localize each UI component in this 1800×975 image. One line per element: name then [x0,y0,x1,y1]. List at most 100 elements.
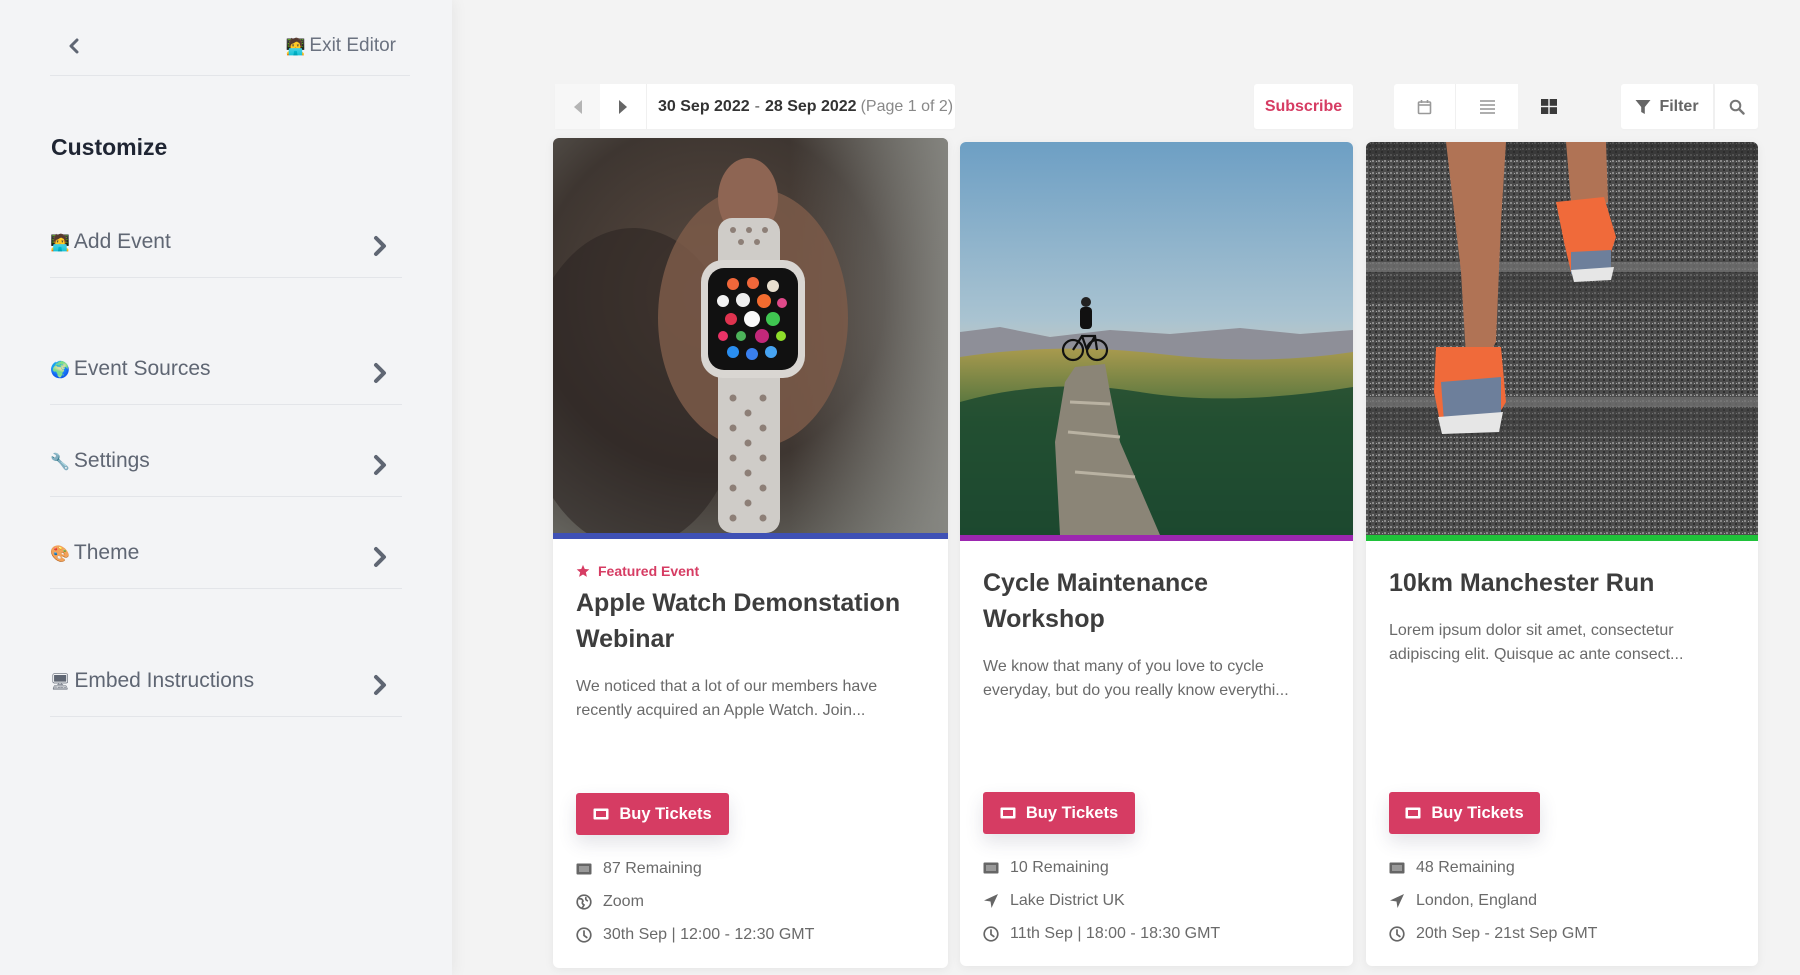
runner-stairs-photo [1366,142,1758,535]
chevron-right-icon [374,675,386,695]
chevron-left-icon [69,38,79,54]
event-datetime: 11th Sep | 18:00 - 18:30 GMT [983,917,1220,950]
event-description: We noticed that a lot of our members hav… [576,678,878,719]
location-arrow-icon [984,893,998,908]
event-location: Zoom [576,885,814,918]
filter-icon [1635,99,1651,114]
caret-right-icon [619,99,627,114]
filter-button[interactable]: Filter [1621,84,1714,129]
sidebar-item-label: Settings [73,449,150,472]
buy-tickets-button[interactable]: Buy Tickets [983,792,1135,834]
sidebar-item-add-event[interactable]: 🧑‍💻 Add Event [50,230,402,278]
subscribe-button[interactable]: Subscribe [1254,84,1353,129]
event-image-cycling [960,142,1353,535]
page-info: (Page 1 of 2) [860,97,954,115]
date-range-label: 30 Sep 2022 - 28 Sep 2022 (Page 1 of 2) [647,84,953,129]
date-to: 28 Sep 2022 [764,97,857,115]
featured-badge: Featured Event [576,563,925,579]
location-arrow-icon [1390,893,1404,908]
calendar-icon [1417,99,1432,114]
date-from: 30 Sep 2022 [658,97,750,115]
event-location: Lake District UK [983,884,1220,917]
event-image-apple-watch [553,138,948,533]
event-datetime: 20th Sep - 21st Sep GMT [1389,917,1597,950]
ticket-icon [1000,807,1016,819]
apple-watch-photo [553,138,948,533]
back-button[interactable] [62,34,86,58]
event-card[interactable]: Featured Event Apple Watch Demonstation … [553,138,948,968]
date-separator: - [754,97,760,115]
date-pager: 30 Sep 2022 - 28 Sep 2022 (Page 1 of 2) [555,84,955,129]
technologist-emoji-icon: 🧑‍💻 [50,232,70,252]
buy-tickets-label: Buy Tickets [1025,803,1119,822]
ticket-icon [983,862,999,873]
category-color-bar [960,535,1353,541]
buy-tickets-button[interactable]: Buy Tickets [1389,792,1540,834]
tickets-remaining: 87 Remaining [576,852,814,885]
ticket-icon [1389,862,1405,873]
event-title[interactable]: 10km Manchester Run [1389,565,1735,601]
globe-emoji-icon: 🌍 [50,359,70,379]
wrench-emoji-icon: 🔧 [50,451,70,471]
event-meta: 87 Remaining Zoom 30th Sep | 12:00 - 12:… [576,852,814,951]
technologist-emoji-icon: 🧑‍💻 [285,36,306,56]
tickets-remaining: 48 Remaining [1389,851,1597,884]
event-card-body: Cycle Maintenance Workshop We know that … [983,565,1330,703]
event-card-body: 10km Manchester Run Lorem ipsum dolor si… [1389,565,1735,667]
sidebar-header: 🧑‍💻 Exit Editor [50,28,410,76]
tickets-remaining: 10 Remaining [983,851,1220,884]
customize-sidebar: 🧑‍💻 Exit Editor Customize 🧑‍💻 Add Event 🌍… [0,0,452,975]
event-description: Lorem ipsum dolor sit amet, consectetur … [1389,622,1684,663]
chevron-right-icon [374,455,386,475]
cyclist-mountain-photo [960,142,1353,535]
desktop-emoji-icon: 🖥 [50,671,71,691]
category-color-bar [553,533,948,539]
event-image-running [1366,142,1758,535]
sidebar-item-embed-instructions[interactable]: 🖥 Embed Instructions [50,669,402,717]
ticket-icon [1405,807,1421,819]
chevron-right-icon [374,363,386,383]
ticket-icon [576,863,592,874]
filter-label: Filter [1659,97,1699,115]
search-button[interactable] [1715,84,1758,129]
list-icon [1479,99,1495,114]
sidebar-item-settings[interactable]: 🔧 Settings [50,449,402,497]
sidebar-item-label: Event Sources [73,357,211,380]
previous-page-button[interactable] [555,84,600,129]
category-color-bar [1366,535,1758,541]
search-icon [1729,99,1745,115]
event-meta: 48 Remaining London, England 20th Sep - … [1389,851,1597,950]
sidebar-item-theme[interactable]: 🎨 Theme [50,541,402,589]
globe-icon [576,893,592,910]
event-title[interactable]: Cycle Maintenance Workshop [983,565,1330,637]
clock-icon [983,925,999,942]
grid-icon [1541,99,1557,114]
buy-tickets-label: Buy Tickets [1431,803,1524,822]
event-card[interactable]: Cycle Maintenance Workshop We know that … [960,142,1353,966]
calendar-view-button[interactable] [1394,84,1456,129]
list-view-button[interactable] [1456,84,1518,129]
buy-tickets-label: Buy Tickets [619,804,712,823]
buy-tickets-button[interactable]: Buy Tickets [576,793,729,835]
event-datetime: 30th Sep | 12:00 - 12:30 GMT [576,918,814,951]
clock-icon [1389,925,1405,942]
chevron-right-icon [374,236,386,256]
featured-label: Featured Event [598,563,700,579]
ticket-icon [593,808,609,820]
view-switcher [1394,84,1580,129]
sidebar-item-event-sources[interactable]: 🌍 Event Sources [50,357,402,405]
grid-view-button[interactable] [1518,84,1580,129]
event-card-body: Featured Event Apple Watch Demonstation … [576,563,925,723]
star-icon [576,564,590,577]
event-card[interactable]: 10km Manchester Run Lorem ipsum dolor si… [1366,142,1758,966]
event-title[interactable]: Apple Watch Demonstation Webinar [576,585,925,657]
event-description: We know that many of you love to cycle e… [983,658,1289,699]
event-location: London, England [1389,884,1597,917]
next-page-button[interactable] [600,84,647,129]
sidebar-item-label: Embed Instructions [74,669,255,692]
exit-editor-button[interactable]: 🧑‍💻 Exit Editor [285,35,396,57]
palette-emoji-icon: 🎨 [50,543,70,563]
sidebar-item-label: Add Event [73,230,171,253]
caret-left-icon [573,99,582,114]
exit-editor-label: Exit Editor [309,35,396,56]
